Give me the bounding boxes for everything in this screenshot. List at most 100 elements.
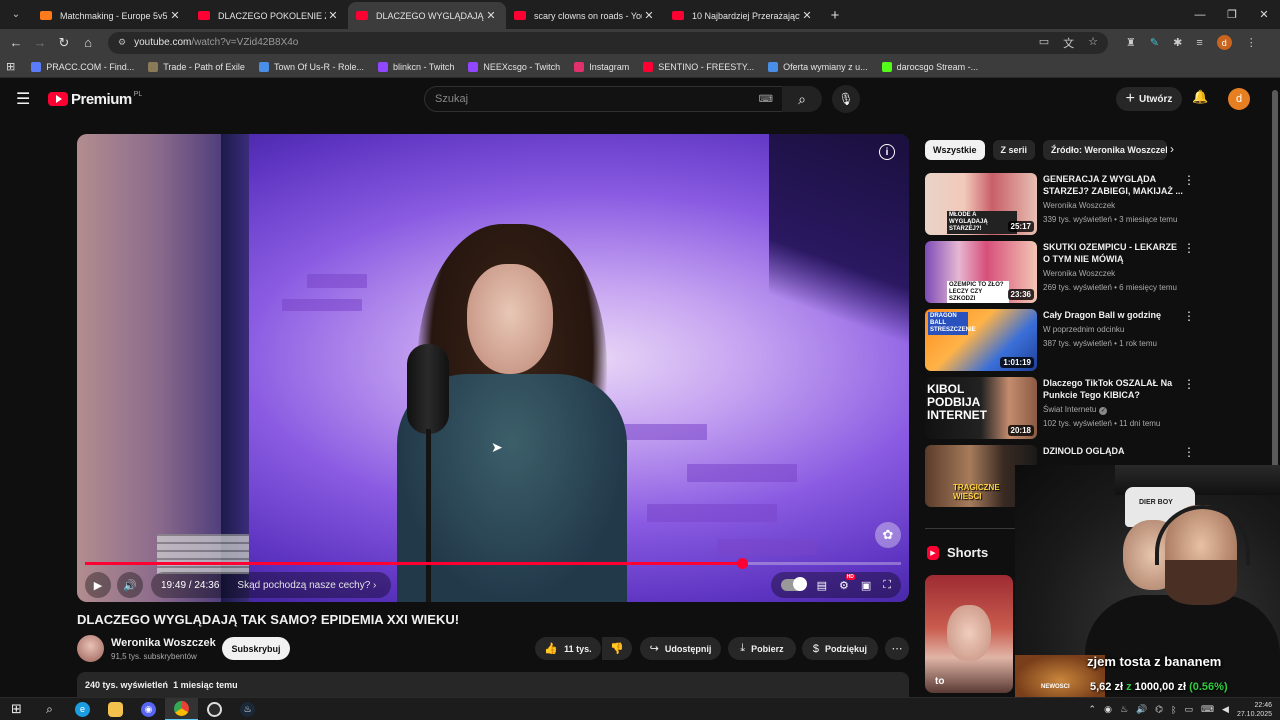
- bookmark-item[interactable]: NEEXcsgo - Twitch: [468, 61, 560, 72]
- progress-bar[interactable]: [85, 558, 901, 569]
- tab-search-icon[interactable]: ⌄: [4, 2, 28, 26]
- translate-icon[interactable]: 文: [1063, 35, 1074, 51]
- tray-bluetooth-icon[interactable]: ᛒ: [1171, 705, 1176, 715]
- chip-series[interactable]: Z serii: [992, 140, 1036, 160]
- tray-language-icon[interactable]: ⌨: [1201, 704, 1214, 715]
- download-button[interactable]: ⤓ Pobierz: [728, 637, 796, 660]
- forward-icon[interactable]: →: [28, 35, 52, 50]
- extensions-puzzle-icon[interactable]: ✱: [1173, 36, 1182, 49]
- file-explorer-icon[interactable]: [99, 698, 132, 720]
- profile-avatar[interactable]: d: [1216, 35, 1232, 50]
- browser-tab-active[interactable]: DLACZEGO WYGLĄDAJĄ TAK S ✕: [348, 2, 506, 29]
- chip-source[interactable]: Źródło: Weronika Woszczek: [1043, 140, 1168, 160]
- autoplay-toggle[interactable]: [780, 577, 807, 591]
- tab-close-icon[interactable]: ✕: [800, 9, 814, 22]
- back-icon[interactable]: ←: [4, 35, 28, 50]
- site-info-icon[interactable]: ⚙: [118, 37, 126, 48]
- progress-scrubber[interactable]: [736, 558, 748, 569]
- more-actions-button[interactable]: ⋯: [885, 637, 909, 660]
- browser-tab[interactable]: DLACZEGO POKOLENIE Z NIE M ✕: [190, 2, 348, 29]
- home-icon[interactable]: ⌂: [76, 35, 100, 50]
- bookmark-item[interactable]: Town Of Us-R - Role...: [258, 61, 364, 72]
- bookmark-star-icon[interactable]: ☆: [1088, 35, 1098, 51]
- recommendation-item[interactable]: DRAGON BALL STRESZCZENIE 1:01:19 Cały Dr…: [925, 309, 1200, 371]
- tray-chevron-icon[interactable]: ⌃: [1089, 704, 1097, 715]
- bookmark-item[interactable]: Trade - Path of Exile: [148, 61, 245, 72]
- bookmark-item[interactable]: Instagram: [574, 61, 629, 72]
- play-button[interactable]: ▶: [85, 572, 111, 598]
- channel-avatar[interactable]: [77, 635, 104, 662]
- browser-tab[interactable]: Matchmaking - Europe 5v5 Qu ✕: [32, 2, 190, 29]
- recommendation-item[interactable]: OZEMPIC TO ZŁO? LECZY CZY SZKODZI 23:36 …: [925, 241, 1200, 303]
- menu-hamburger-icon[interactable]: ☰: [16, 89, 36, 109]
- tray-network-icon[interactable]: ⌬: [1155, 704, 1163, 715]
- more-vertical-icon[interactable]: ⋮: [1183, 445, 1195, 459]
- new-tab-button[interactable]: +: [822, 2, 848, 28]
- chapter-button[interactable]: Skąd pochodzą nasze cechy? ›: [237, 580, 376, 591]
- browser-tab[interactable]: scary clowns on roads - YouTub ✕: [506, 2, 664, 29]
- youtube-logo[interactable]: Premium PL: [48, 91, 142, 108]
- tab-close-icon[interactable]: ✕: [642, 9, 656, 22]
- taskbar-clock[interactable]: 22:46 27.10.2025: [1237, 701, 1272, 719]
- tab-close-icon[interactable]: ✕: [168, 9, 182, 22]
- voice-search-button[interactable]: 🎙: [832, 85, 860, 113]
- bookmark-item[interactable]: Oferta wymiany z u...: [768, 61, 868, 72]
- description-box[interactable]: 240 tys. wyświetleń 1 miesiąc temu: [77, 672, 909, 698]
- minimize-icon[interactable]: —: [1184, 0, 1216, 29]
- search-icon[interactable]: ⌕: [33, 698, 66, 720]
- windows-start-icon[interactable]: ⊞: [0, 698, 33, 720]
- fullscreen-icon[interactable]: ⛶: [883, 579, 891, 592]
- edge-icon[interactable]: e: [66, 698, 99, 720]
- bookmark-item[interactable]: PRACC.COM - Find...: [31, 61, 134, 72]
- bookmark-item[interactable]: blinkcn - Twitch: [377, 61, 454, 72]
- video-player[interactable]: i ✿ ➤ ▶ 🔊 19:49 / 24:36 Skąd pochodzą na…: [77, 134, 909, 602]
- volume-button[interactable]: 🔊: [117, 572, 143, 598]
- miniplayer-icon[interactable]: ▣: [861, 579, 871, 592]
- tray-volume-icon[interactable]: 🔊: [1136, 704, 1147, 715]
- obs-icon[interactable]: [198, 698, 231, 720]
- tab-close-icon[interactable]: ✕: [484, 9, 498, 22]
- tray-discord-icon[interactable]: ◉: [1104, 704, 1112, 715]
- more-vertical-icon[interactable]: ⋮: [1183, 377, 1195, 391]
- tray-battery-icon[interactable]: ▭: [1185, 704, 1194, 715]
- like-button[interactable]: 👍 11 tys.: [535, 637, 601, 660]
- discord-icon[interactable]: ◉: [132, 698, 165, 720]
- apps-grid-icon[interactable]: ⊞: [6, 60, 15, 73]
- extension-icon[interactable]: ♜: [1126, 36, 1136, 49]
- search-input[interactable]: Szukaj ⌨: [424, 86, 784, 112]
- channel-watermark-icon[interactable]: ✿: [875, 522, 901, 548]
- more-vertical-icon[interactable]: ⋮: [1183, 309, 1195, 323]
- restore-icon[interactable]: ❐: [1216, 0, 1248, 29]
- tray-notification-icon[interactable]: ◀: [1222, 704, 1229, 715]
- extension-icon[interactable]: ✎: [1150, 36, 1159, 49]
- cast-icon[interactable]: ▭: [1039, 35, 1049, 51]
- tray-steam-icon[interactable]: ♨: [1120, 704, 1128, 715]
- settings-gear-icon[interactable]: ⚙ HD: [839, 573, 855, 592]
- short-card[interactable]: to: [925, 575, 1013, 693]
- recommendation-item[interactable]: KIBOL PODBIJA INTERNET 20:18 Dlaczego Ti…: [925, 377, 1200, 439]
- subtitles-icon[interactable]: ▤: [817, 579, 827, 592]
- chrome-icon[interactable]: [165, 697, 198, 720]
- search-button[interactable]: ⌕: [782, 86, 822, 112]
- reload-icon[interactable]: ↻: [52, 35, 76, 51]
- thanks-button[interactable]: $ Podziękuj: [802, 637, 878, 660]
- chevron-right-icon[interactable]: ›: [1170, 142, 1174, 156]
- keyboard-icon[interactable]: ⌨: [759, 94, 773, 105]
- subscribe-button[interactable]: Subskrybuj: [222, 637, 290, 660]
- more-vertical-icon[interactable]: ⋮: [1183, 173, 1195, 187]
- more-vertical-icon[interactable]: ⋮: [1183, 241, 1195, 255]
- browser-tab[interactable]: 10 Najbardziej Przerażających P ✕: [664, 2, 822, 29]
- create-button[interactable]: + Utwórz: [1116, 87, 1182, 111]
- channel-name[interactable]: Weronika Woszczek: [111, 637, 216, 649]
- info-icon[interactable]: i: [879, 144, 895, 160]
- account-avatar[interactable]: d: [1228, 88, 1250, 110]
- close-window-icon[interactable]: ✕: [1248, 0, 1280, 29]
- steam-icon[interactable]: ♨: [231, 698, 264, 720]
- chip-all[interactable]: Wszystkie: [925, 140, 985, 160]
- bookmark-item[interactable]: SENTINO - FREESTY...: [643, 61, 754, 72]
- browser-menu-icon[interactable]: ⋮: [1246, 36, 1257, 49]
- bookmark-item[interactable]: darocsgo Stream -...: [881, 61, 978, 72]
- recommendation-item[interactable]: MŁODE A WYGLĄDAJĄ STARZEJ?! 25:17 GENERA…: [925, 173, 1200, 235]
- address-bar[interactable]: ⚙ youtube.com /watch?v=VZid42B8X4o ▭ 文 ☆: [108, 31, 1108, 54]
- share-button[interactable]: ↪ Udostępnij: [640, 637, 721, 660]
